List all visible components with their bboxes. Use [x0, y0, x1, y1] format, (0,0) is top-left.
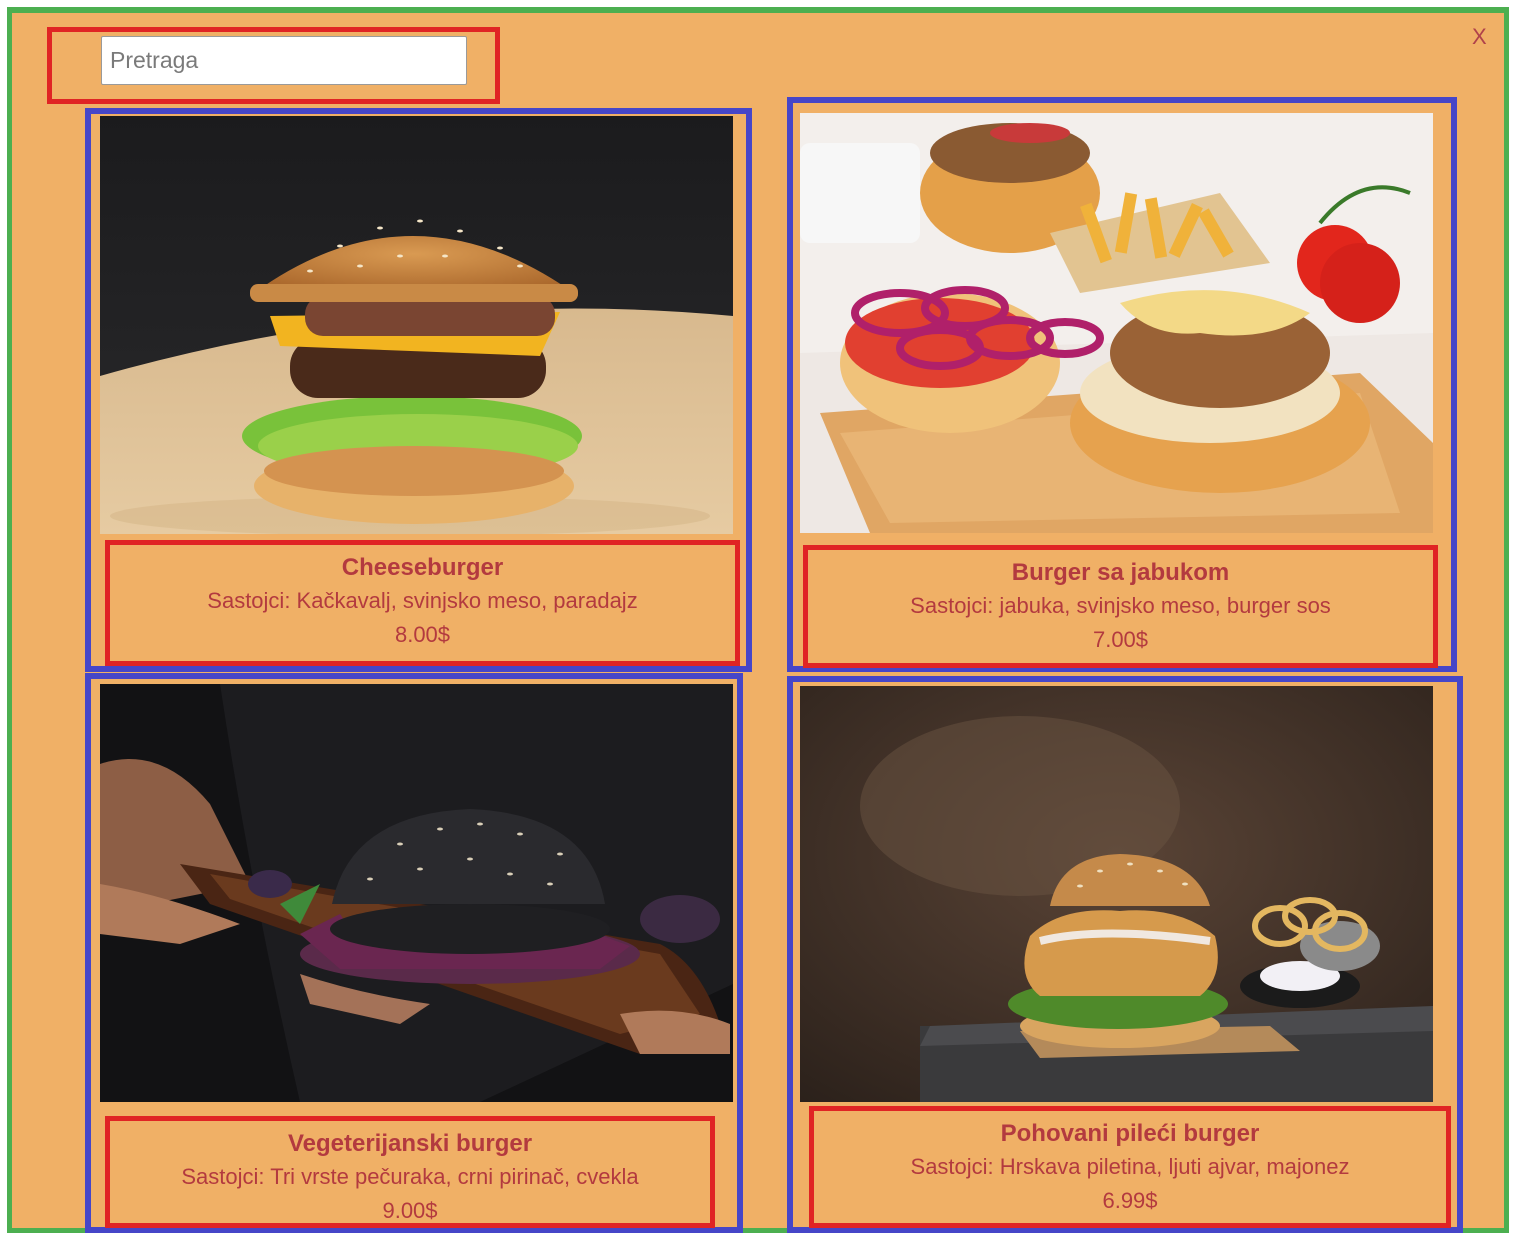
menu-info-burger-sa-jabukom: Burger sa jabukom Sastojci: jabuka, svin… [803, 545, 1438, 668]
menu-info-pohovani-pileci-burger: Pohovani pileći burger Sastojci: Hrskava… [809, 1106, 1451, 1228]
menu-item-price: 6.99$ [1102, 1188, 1158, 1213]
close-button[interactable]: X [1472, 26, 1487, 48]
menu-item-name: Vegeterijanski burger [287, 1130, 533, 1157]
menu-item-price: 7.00$ [1092, 627, 1149, 652]
burger-sa-jabukom-image [800, 113, 1433, 533]
menu-item-price: 8.00$ [394, 622, 451, 647]
menu-item-ingredients: Sastojci: Tri vrste pečuraka, crni pirin… [181, 1164, 639, 1189]
menu-item-ingredients: Sastojci: Hrskava piletina, ljuti ajvar,… [910, 1154, 1350, 1179]
menu-item-ingredients: Sastojci: Kačkavalj, svinjsko meso, para… [207, 588, 638, 613]
search-input[interactable] [101, 36, 467, 85]
vegeterijanski-burger-image [100, 684, 733, 1102]
menu-item-ingredients: Sastojci: jabuka, svinjsko meso, burger … [910, 593, 1331, 618]
menu-info-vegeterijanski-burger: Vegeterijanski burger Sastojci: Tri vrst… [105, 1116, 715, 1228]
menu-item-name: Pohovani pileći burger [1000, 1120, 1260, 1147]
menu-item-price: 9.00$ [382, 1198, 438, 1223]
menu-item-name: Burger sa jabukom [1011, 559, 1230, 586]
menu-item-name: Cheeseburger [341, 554, 504, 581]
menu-info-cheeseburger: Cheeseburger Sastojci: Kačkavalj, svinjs… [105, 540, 740, 666]
pohovani-pileci-burger-image [800, 686, 1433, 1102]
cheeseburger-image [100, 116, 733, 534]
